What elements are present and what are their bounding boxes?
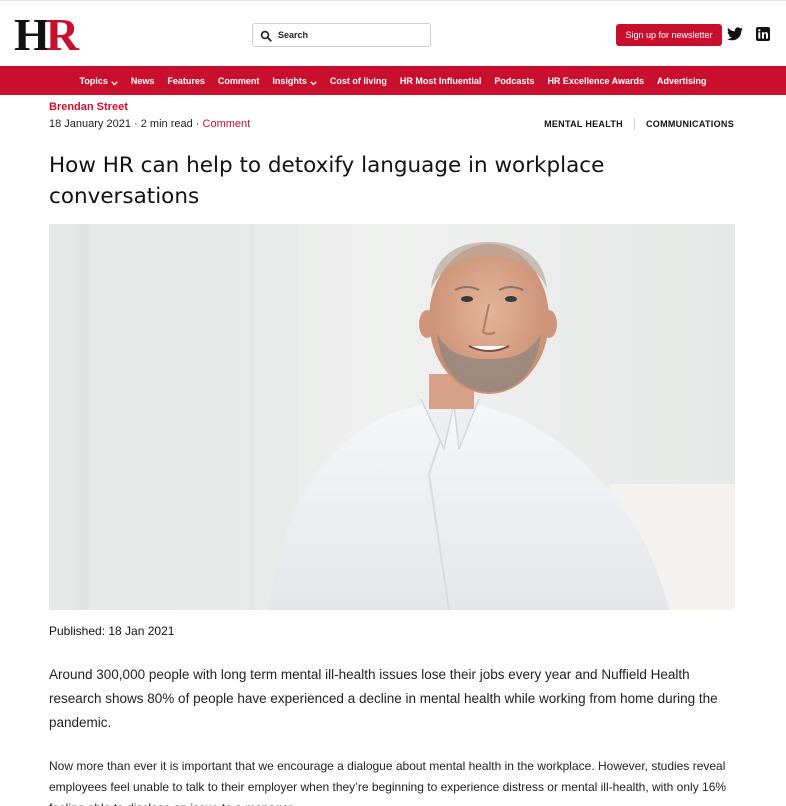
nav-item-label: Features: [167, 75, 205, 86]
twitter-icon[interactable]: [727, 26, 743, 42]
meta-separator: ·: [195, 118, 200, 130]
nav-item-label: News: [130, 75, 155, 86]
search-icon: [260, 29, 272, 42]
nav-item-label: Advertising: [657, 75, 707, 86]
nav-item-label: Cost of living: [329, 75, 387, 86]
read-time: 2 min read: [140, 118, 193, 130]
logo-letter-h: H: [14, 9, 50, 60]
linkedin-icon[interactable]: [755, 26, 771, 42]
article-tags: MENTAL HEALTH COMMUNICATIONS: [544, 118, 734, 130]
comment-link[interactable]: Comment: [203, 118, 251, 130]
meta-separator: ·: [134, 118, 138, 130]
nav-item-label: Podcasts: [494, 75, 535, 86]
article-paragraph: Around 300,000 people with long term men…: [49, 667, 718, 730]
nav-item-label: Topics: [79, 75, 108, 86]
tag-communications[interactable]: COMMUNICATIONS: [646, 119, 734, 129]
main-nav: Topics News Features Comment Insights Co…: [0, 66, 786, 95]
search-box[interactable]: [252, 23, 431, 47]
nav-item-advertising[interactable]: Advertising: [657, 76, 707, 86]
chevron-down-icon: [310, 78, 317, 86]
author-link[interactable]: Brendan Street: [49, 101, 128, 113]
nav-item-insights[interactable]: Insights: [272, 76, 317, 86]
article-date: 18 January 2021: [49, 118, 131, 130]
newsletter-signup-button[interactable]: Sign up for newsletter: [616, 24, 722, 46]
published-date: Published: 18 Jan 2021: [49, 624, 175, 638]
nav-item-news[interactable]: News: [131, 76, 155, 86]
logo-letter-r: R: [45, 9, 79, 60]
search-input[interactable]: [278, 30, 418, 40]
nav-item-cost-of-living[interactable]: Cost of living: [330, 76, 387, 86]
article-meta: 18 January 2021 · 2 min read · Comment: [49, 118, 250, 130]
nav-item-features[interactable]: Features: [167, 76, 205, 86]
nav-item-topics[interactable]: Topics: [79, 75, 118, 86]
nav-item-comment[interactable]: Comment: [218, 76, 260, 86]
article-title: How HR can help to detoxify language in …: [49, 153, 605, 209]
nav-item-hr-excellence-awards[interactable]: HR Excellence Awards: [547, 76, 644, 86]
byline: Brendan Street: [49, 101, 128, 113]
article-paragraph: Now more than ever it is important that …: [49, 759, 727, 806]
nav-item-label: Insights: [272, 75, 307, 86]
tag-mental-health[interactable]: MENTAL HEALTH: [544, 119, 623, 129]
nav-item-label: HR Most Influential: [399, 75, 482, 86]
nav-item-podcasts[interactable]: Podcasts: [494, 76, 534, 86]
nav-item-hr-most-influential[interactable]: HR Most Influential: [400, 76, 482, 86]
hero-portrait: [49, 224, 735, 610]
site-header: HR Sign up for newsletter: [0, 0, 786, 66]
nav-item-label: HR Excellence Awards: [547, 75, 644, 86]
nav-item-label: Comment: [217, 75, 260, 86]
site-logo[interactable]: HR: [14, 9, 79, 60]
chevron-down-icon: [111, 78, 118, 86]
hero-image: [49, 224, 735, 610]
tag-divider: [633, 118, 635, 130]
